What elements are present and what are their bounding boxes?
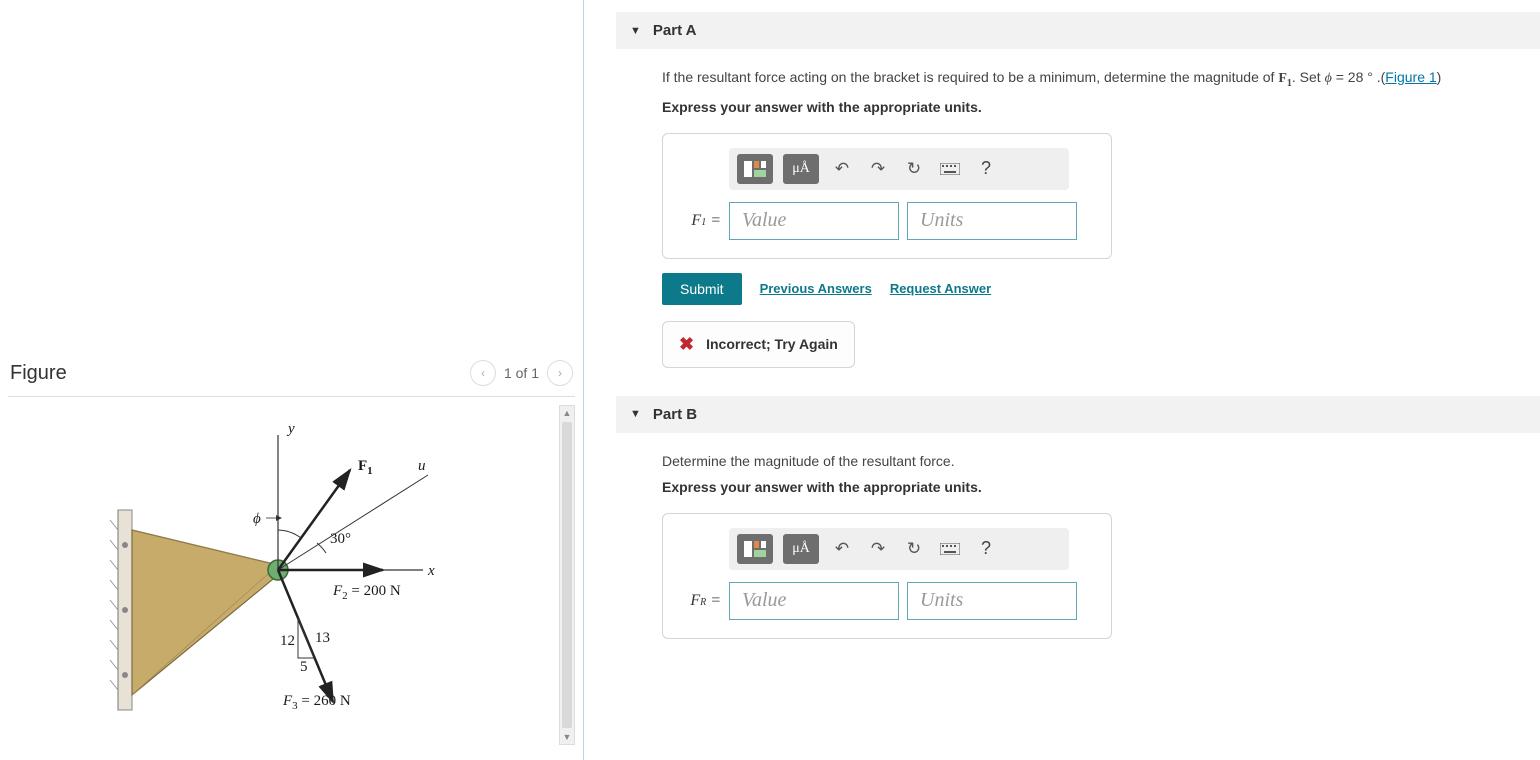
part-b-instruction: Express your answer with the appropriate… xyxy=(662,479,1540,495)
figure-scrollbar[interactable]: ▲ ▼ xyxy=(559,405,575,745)
svg-text:F3 = 260 N: F3 = 260 N xyxy=(282,693,351,712)
previous-answers-link[interactable]: Previous Answers xyxy=(760,281,872,296)
undo-button[interactable]: ↶ xyxy=(829,534,855,564)
y-axis-label: y xyxy=(286,421,295,437)
part-a-title: Part A xyxy=(653,22,697,39)
figure-panel: Figure ‹ 1 of 1 › xyxy=(0,0,584,760)
template-button[interactable] xyxy=(737,154,773,184)
part-a-units-input[interactable] xyxy=(907,202,1077,240)
scroll-up-icon[interactable]: ▲ xyxy=(563,408,572,418)
part-a-actions: Submit Previous Answers Request Answer xyxy=(662,273,1540,305)
figure-body: y x u F1 ϕ 30° xyxy=(8,405,575,745)
part-a-toolbar: μÅ ↶ ↷ ↻ ? xyxy=(729,148,1069,190)
scroll-thumb[interactable] xyxy=(562,422,572,728)
part-a-prompt: If the resultant force acting on the bra… xyxy=(662,69,1540,89)
incorrect-icon: ✖ xyxy=(679,334,694,355)
part-b-title: Part B xyxy=(653,406,697,423)
figure-prev-button[interactable]: ‹ xyxy=(470,360,496,386)
u-axis-label: u xyxy=(418,458,426,474)
part-b-answer-box: μÅ ↶ ↷ ↻ ? FR = xyxy=(662,513,1112,639)
svg-text:F1: F1 xyxy=(358,458,373,477)
part-b-value-input[interactable] xyxy=(729,582,899,620)
scroll-down-icon[interactable]: ▼ xyxy=(563,732,572,742)
caret-down-icon: ▼ xyxy=(630,408,641,420)
part-b-prompt: Determine the magnitude of the resultant… xyxy=(662,453,1540,469)
part-b-var-label: FR = xyxy=(681,592,721,610)
reset-button[interactable]: ↻ xyxy=(901,534,927,564)
part-b-body: Determine the magnitude of the resultant… xyxy=(616,453,1540,639)
part-b-units-input[interactable] xyxy=(907,582,1077,620)
request-answer-link[interactable]: Request Answer xyxy=(890,281,991,296)
bracket-diagram: y x u F1 ϕ 30° xyxy=(88,415,508,735)
help-button[interactable]: ? xyxy=(973,154,999,184)
units-button[interactable]: μÅ xyxy=(783,534,819,564)
part-a-value-input[interactable] xyxy=(729,202,899,240)
keyboard-button[interactable] xyxy=(937,534,963,564)
svg-text:F2 = 200 N: F2 = 200 N xyxy=(332,583,401,602)
caret-down-icon: ▼ xyxy=(630,25,641,37)
figure-title: Figure xyxy=(10,362,67,385)
figure-pager-text: 1 of 1 xyxy=(504,365,539,381)
part-b-header[interactable]: ▼ Part B xyxy=(616,396,1540,433)
divider xyxy=(8,396,575,397)
part-a-header[interactable]: ▼ Part A xyxy=(616,12,1540,49)
tri-5: 5 xyxy=(300,659,308,675)
figure-pager: ‹ 1 of 1 › xyxy=(470,360,573,386)
reset-button[interactable]: ↻ xyxy=(901,154,927,184)
figure-next-button[interactable]: › xyxy=(547,360,573,386)
submit-button[interactable]: Submit xyxy=(662,273,742,305)
part-a-instruction: Express your answer with the appropriate… xyxy=(662,99,1540,115)
feedback-text: Incorrect; Try Again xyxy=(706,336,838,352)
tri-13: 13 xyxy=(315,630,330,646)
part-b-toolbar: μÅ ↶ ↷ ↻ ? xyxy=(729,528,1069,570)
part-a-input-row: F1 = xyxy=(681,202,1093,240)
phi-label: ϕ xyxy=(253,511,261,527)
angle-30-label: 30° xyxy=(330,531,351,547)
part-a-feedback: ✖ Incorrect; Try Again xyxy=(662,321,855,368)
f1-label: F xyxy=(358,458,367,474)
part-a-body: If the resultant force acting on the bra… xyxy=(616,69,1540,368)
tri-12: 12 xyxy=(280,633,295,649)
figure-link[interactable]: Figure 1 xyxy=(1385,69,1436,85)
keyboard-button[interactable] xyxy=(937,154,963,184)
redo-button[interactable]: ↷ xyxy=(865,534,891,564)
template-button[interactable] xyxy=(737,534,773,564)
undo-button[interactable]: ↶ xyxy=(829,154,855,184)
part-a-answer-box: μÅ ↶ ↷ ↻ ? F1 = xyxy=(662,133,1112,259)
help-button[interactable]: ? xyxy=(973,534,999,564)
question-panel: ▼ Part A If the resultant force acting o… xyxy=(584,0,1540,760)
redo-button[interactable]: ↷ xyxy=(865,154,891,184)
x-axis-label: x xyxy=(427,563,435,579)
part-a-var-label: F1 = xyxy=(681,212,721,230)
figure-header: Figure ‹ 1 of 1 › xyxy=(0,360,583,386)
part-b-input-row: FR = xyxy=(681,582,1093,620)
units-button[interactable]: μÅ xyxy=(783,154,819,184)
